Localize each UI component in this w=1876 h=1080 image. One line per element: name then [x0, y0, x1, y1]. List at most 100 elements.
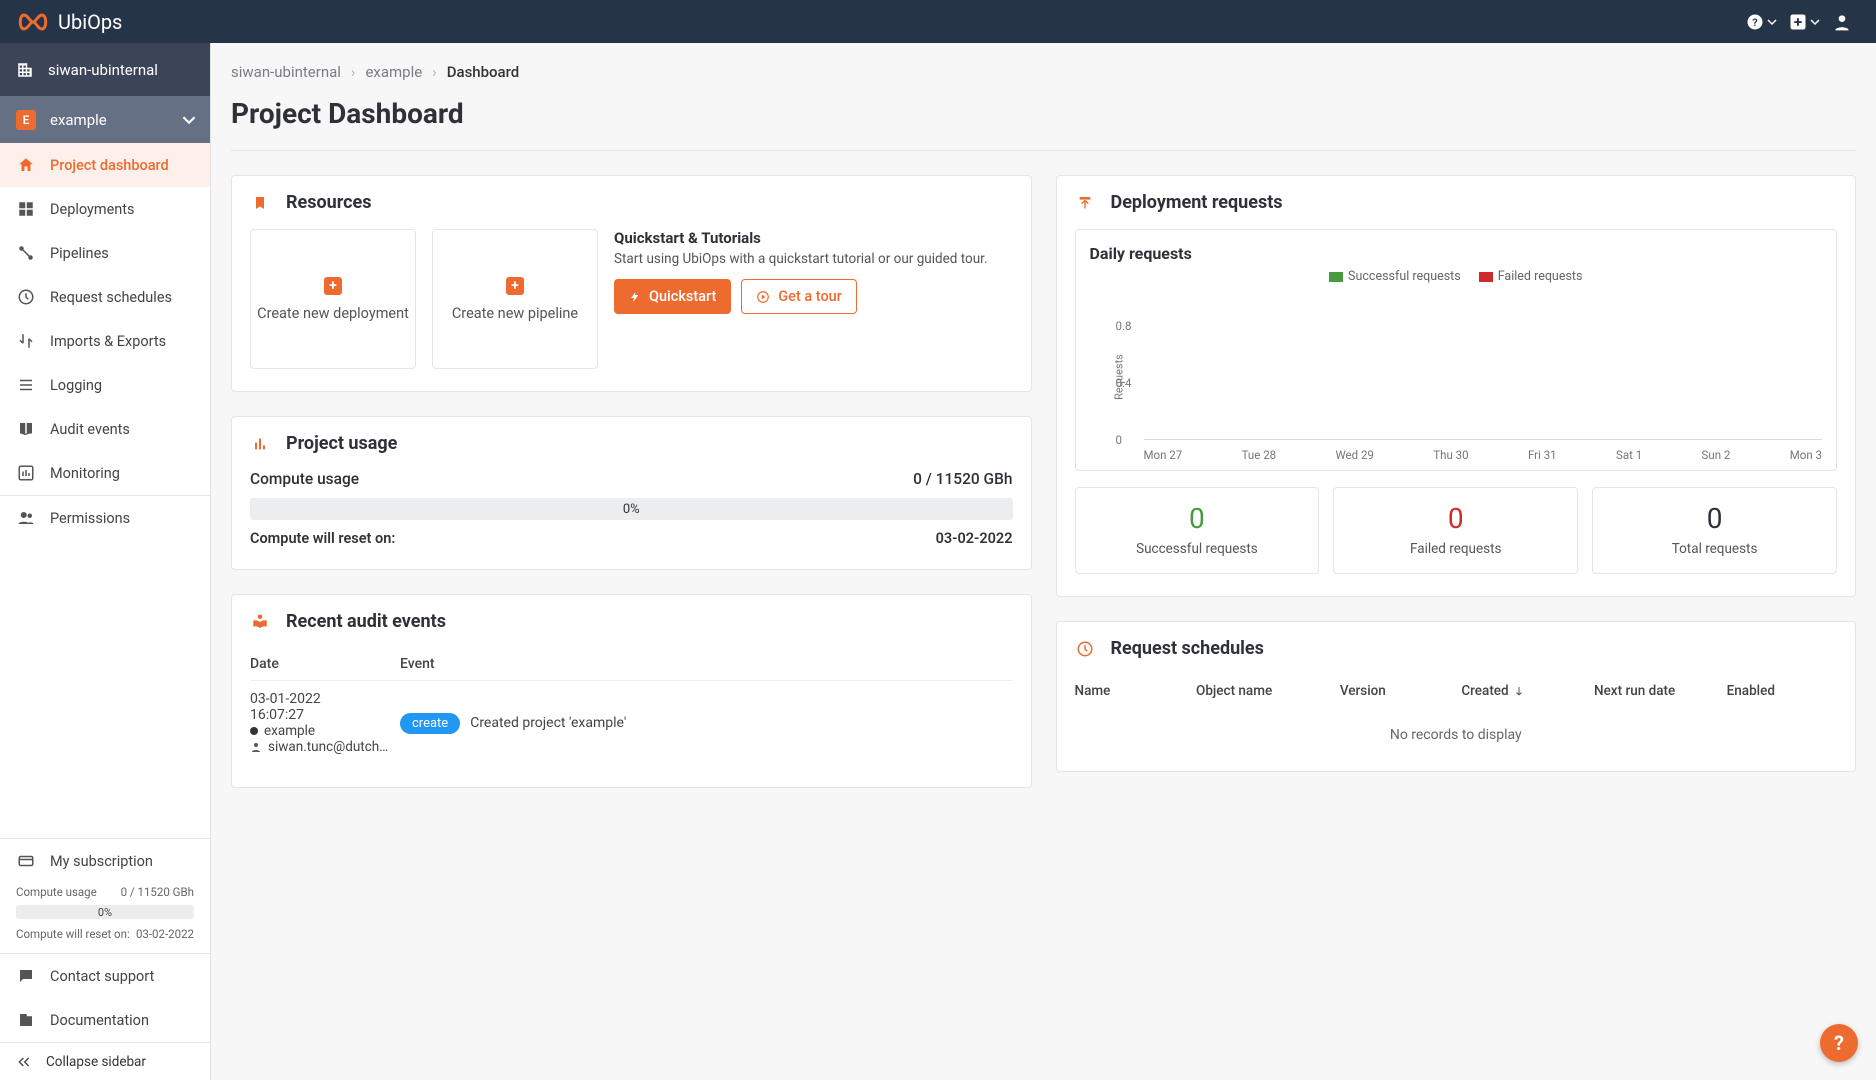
compute-usage-value: 0 / 11520 GBh	[121, 885, 194, 899]
stat-num: 0	[1084, 502, 1311, 535]
sidebar-item-dashboard[interactable]: Project dashboard	[0, 143, 210, 187]
chart-ytick: 0.4	[1116, 376, 1132, 390]
compute-usage-label: Compute usage	[16, 885, 97, 899]
chevron-right-icon: ›	[351, 63, 356, 81]
sidebar-subscription-summary: Compute usage0 / 11520 GBh 0% Compute wi…	[0, 883, 210, 943]
col-header-name[interactable]: Name	[1075, 683, 1197, 699]
stats-row: 0 Successful requests 0 Failed requests …	[1075, 487, 1838, 574]
page-title: Project Dashboard	[231, 97, 1856, 130]
sidebar-item-pipelines[interactable]: Pipelines	[0, 231, 210, 275]
chevron-down-icon	[1767, 17, 1777, 27]
audit-text: Created project 'example'	[470, 715, 626, 731]
book-icon	[16, 420, 36, 438]
sidebar-item-audit[interactable]: Audit events	[0, 407, 210, 451]
chart-icon	[16, 464, 36, 482]
card-title-label: Recent audit events	[286, 611, 446, 632]
audit-table-header: Date Event	[250, 648, 1013, 681]
create-pipeline-label: Create new pipeline	[452, 305, 578, 322]
col-header-next[interactable]: Next run date	[1594, 683, 1727, 699]
dot-icon	[250, 727, 258, 735]
help-fab[interactable]: ?	[1820, 1024, 1858, 1062]
sidebar-item-schedules[interactable]: Request schedules	[0, 275, 210, 319]
breadcrumb-project[interactable]: example	[365, 63, 422, 81]
schedules-header: Name Object name Version Created Next ru…	[1075, 675, 1838, 707]
col-header-created[interactable]: Created	[1461, 683, 1594, 699]
legend-swatch-success	[1329, 272, 1343, 282]
reader-icon	[250, 613, 270, 631]
tour-button[interactable]: Get a tour	[741, 279, 857, 314]
sidebar-item-logging[interactable]: Logging	[0, 363, 210, 407]
docs-icon	[16, 1011, 36, 1029]
card-title-label: Deployment requests	[1111, 192, 1283, 213]
bolt-icon	[629, 290, 641, 304]
card-icon	[16, 852, 36, 870]
sidebar-item-imports[interactable]: Imports & Exports	[0, 319, 210, 363]
people-icon	[16, 509, 36, 527]
help-menu[interactable]: ?	[1740, 9, 1783, 35]
sidebar-item-label: Request schedules	[50, 289, 172, 306]
breadcrumb-org[interactable]: siwan-ubinternal	[231, 63, 341, 81]
create-pipeline-card[interactable]: + Create new pipeline	[432, 229, 598, 369]
reset-label: Compute will reset on:	[16, 927, 130, 941]
reset-label: Compute will reset on:	[250, 530, 395, 547]
chevron-down-icon	[1810, 17, 1820, 27]
help-icon: ?	[1834, 1031, 1844, 1055]
create-deployment-card[interactable]: + Create new deployment	[250, 229, 416, 369]
user-icon	[250, 741, 262, 753]
stat-num: 0	[1342, 502, 1569, 535]
quickstart-title: Quickstart & Tutorials	[614, 229, 1013, 247]
stat-total: 0 Total requests	[1592, 487, 1837, 574]
org-selector[interactable]: siwan-ubinternal	[0, 43, 210, 96]
bookmark-icon	[250, 195, 270, 211]
plus-box-icon	[1789, 13, 1807, 31]
stat-label: Successful requests	[1084, 541, 1311, 557]
upload-icon	[1075, 195, 1095, 211]
brand-label: UbiOps	[58, 10, 122, 34]
brand-logo[interactable]: UbiOps	[18, 10, 122, 34]
stat-success: 0 Successful requests	[1075, 487, 1320, 574]
project-selector[interactable]: E example	[0, 96, 210, 143]
pipeline-icon	[16, 244, 36, 262]
widgets-icon	[16, 200, 36, 218]
sidebar-item-subscription[interactable]: My subscription	[0, 839, 210, 883]
svg-text:?: ?	[1752, 15, 1757, 28]
project-badge: E	[16, 110, 36, 130]
tour-button-label: Get a tour	[778, 288, 842, 305]
legend-swatch-failed	[1479, 272, 1493, 282]
chevron-down-icon	[182, 113, 196, 127]
col-header-version[interactable]: Version	[1340, 683, 1462, 699]
quickstart-panel: Quickstart & Tutorials Start using UbiOp…	[614, 229, 1013, 369]
org-name: siwan-ubinternal	[48, 61, 158, 79]
col-header-object[interactable]: Object name	[1196, 683, 1340, 699]
divider	[231, 150, 1856, 151]
sidebar-item-label: Deployments	[50, 201, 135, 218]
audit-user: siwan.tunc@dutch…	[268, 739, 388, 755]
audit-table-row[interactable]: 03-01-202216:07:27 example siwan.tunc@du…	[250, 681, 1013, 765]
requests-card: Deployment requests Daily requests Succe…	[1056, 175, 1857, 597]
stat-label: Total requests	[1601, 541, 1828, 557]
clock-icon	[16, 288, 36, 306]
audit-date: 03-01-202216:07:27	[250, 691, 400, 723]
chart-xaxis	[1144, 439, 1823, 440]
create-deployment-label: Create new deployment	[257, 305, 409, 322]
project-name: example	[50, 111, 107, 129]
plus-icon: +	[324, 277, 342, 295]
sidebar-item-docs[interactable]: Documentation	[0, 998, 210, 1042]
sidebar-item-label: Contact support	[50, 968, 154, 985]
sidebar-item-label: Logging	[50, 377, 102, 394]
collapse-sidebar[interactable]: Collapse sidebar	[0, 1042, 210, 1080]
col-header-enabled[interactable]: Enabled	[1727, 683, 1837, 699]
quickstart-button[interactable]: Quickstart	[614, 279, 731, 314]
sidebar-item-permissions[interactable]: Permissions	[0, 496, 210, 540]
collapse-icon	[16, 1054, 32, 1070]
add-menu[interactable]	[1783, 9, 1826, 35]
sidebar-item-contact[interactable]: Contact support	[0, 954, 210, 998]
sidebar-item-deployments[interactable]: Deployments	[0, 187, 210, 231]
reset-value: 03-02-2022	[136, 927, 194, 941]
chart-title: Daily requests	[1090, 244, 1823, 263]
sidebar-item-monitoring[interactable]: Monitoring	[0, 451, 210, 495]
sidebar-item-label: Documentation	[50, 1012, 149, 1029]
chart-area: Requests 00.40.8Mon 27Tue 28Wed 29Thu 30…	[1120, 292, 1823, 462]
breadcrumb: siwan-ubinternal › example › Dashboard	[231, 63, 1856, 81]
account-menu[interactable]	[1826, 8, 1858, 36]
